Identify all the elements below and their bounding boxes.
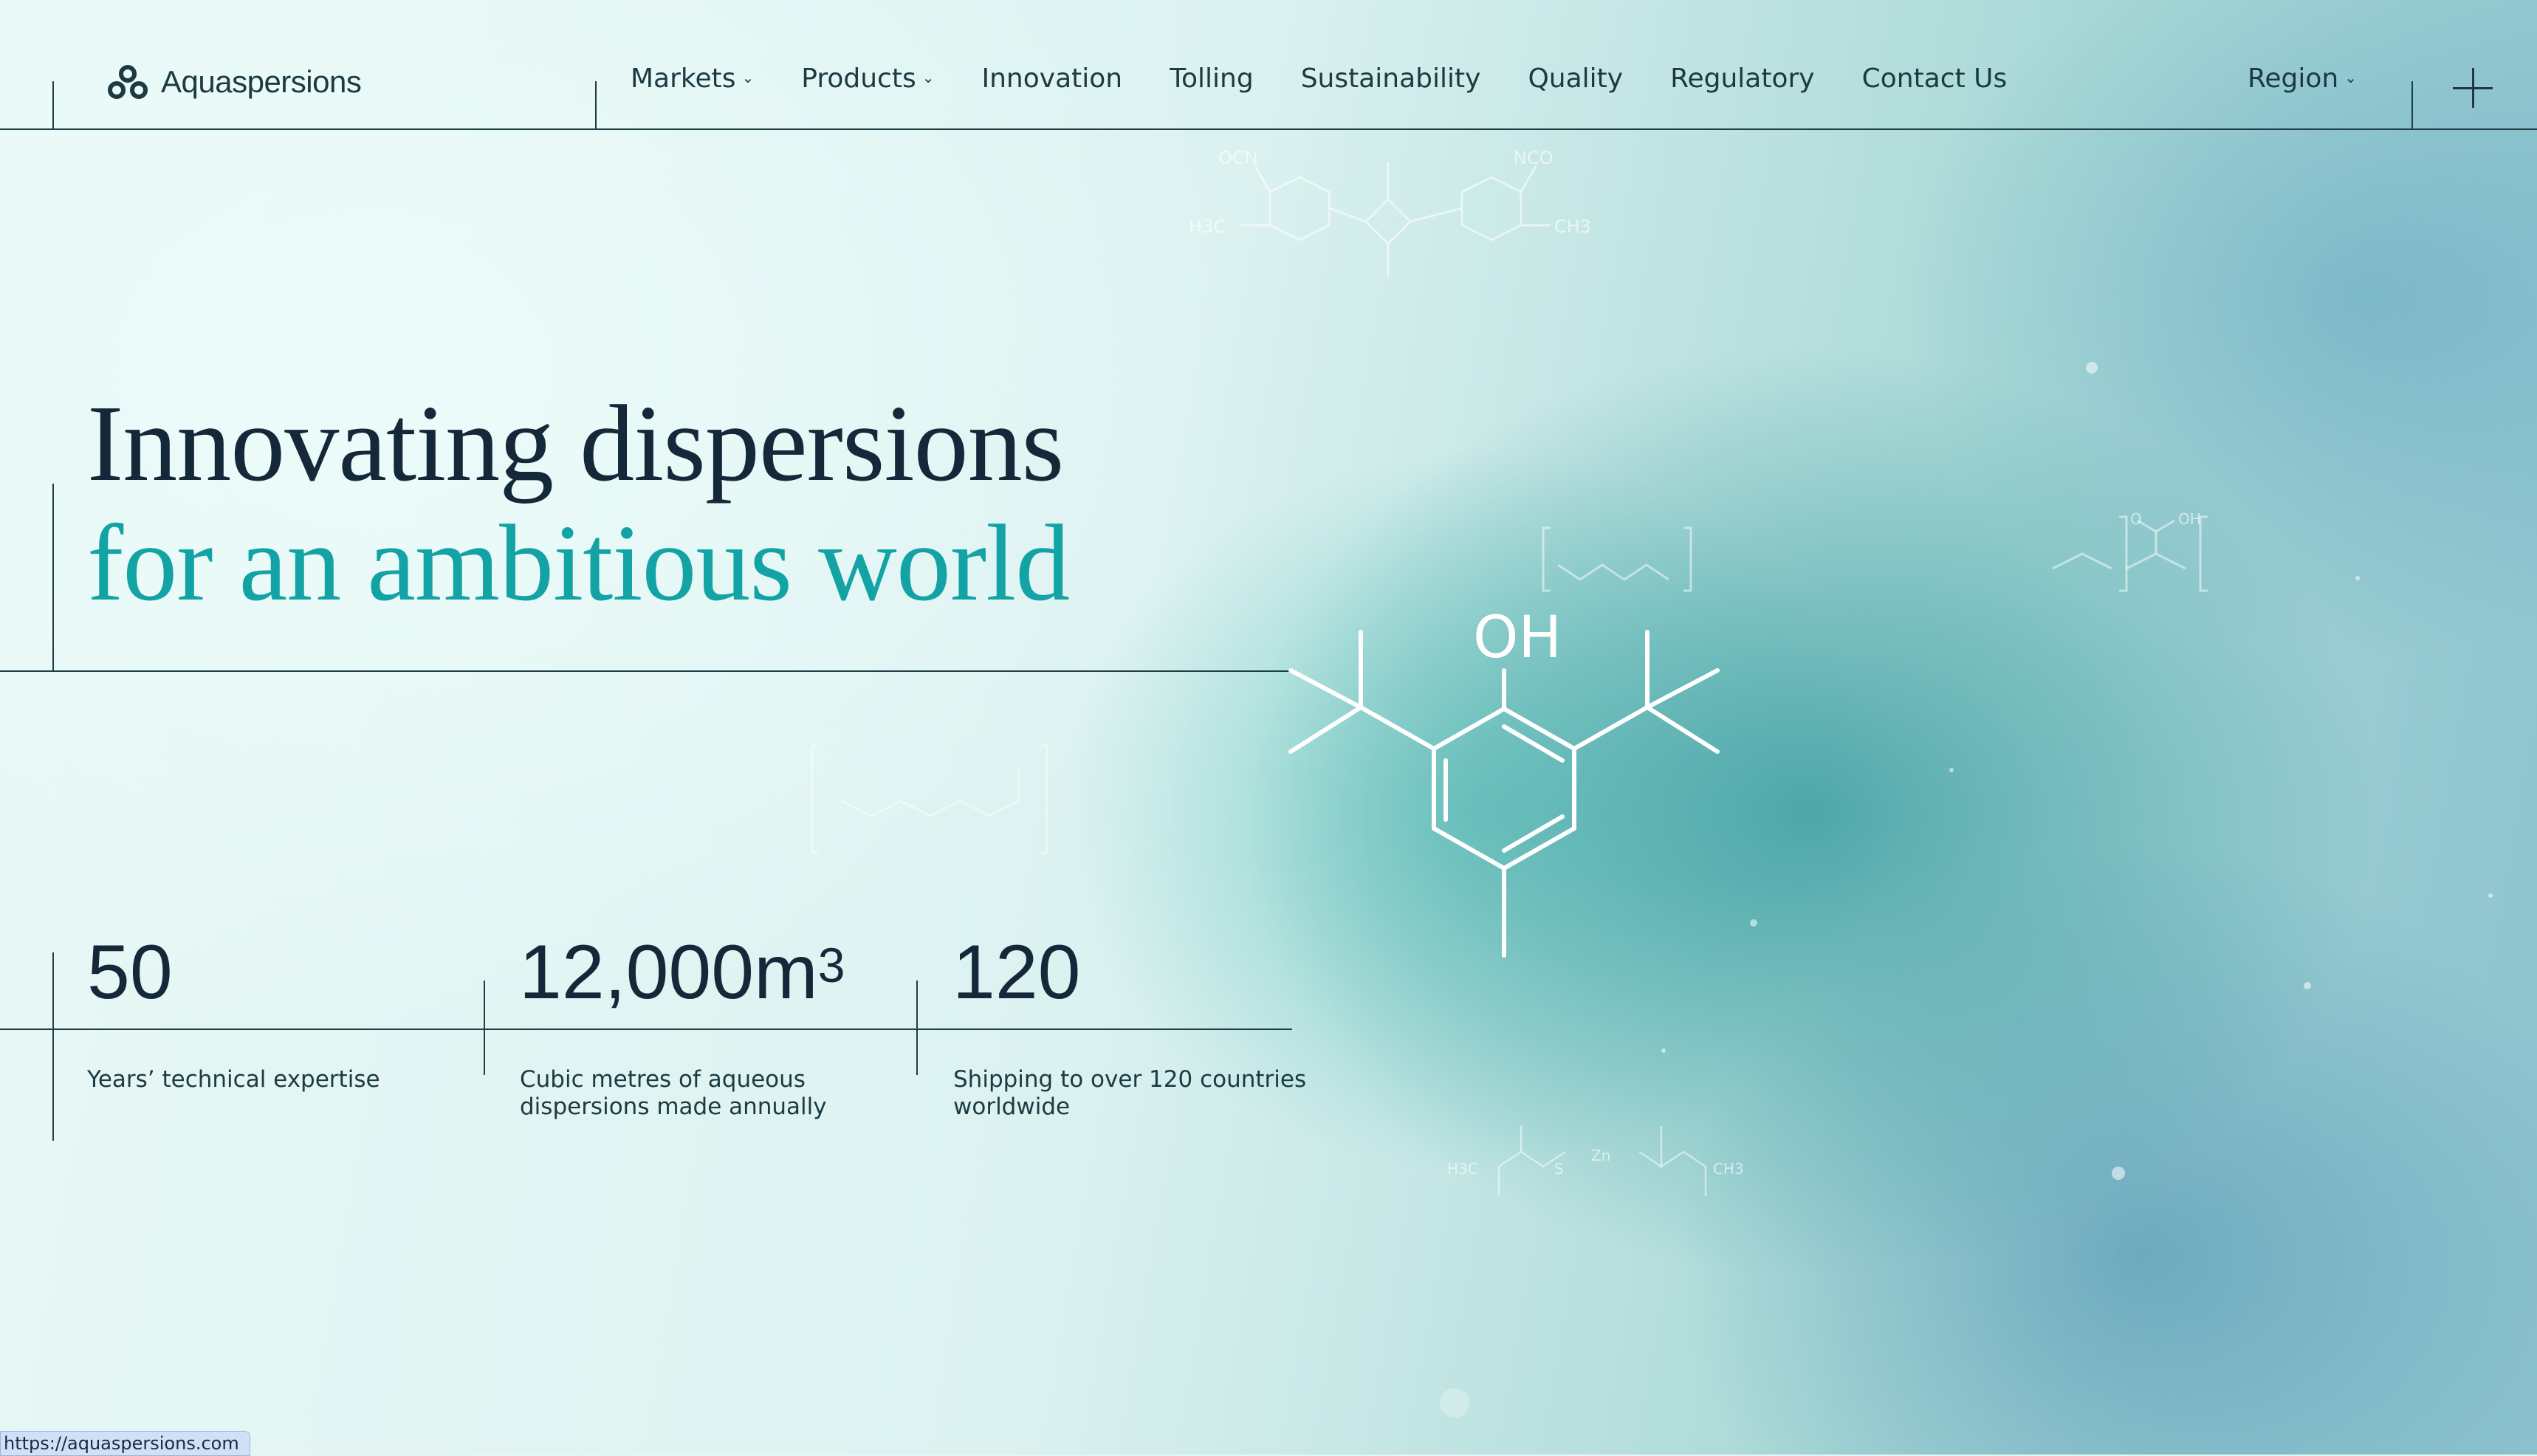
nav-item-label: Quality: [1528, 63, 1624, 94]
faint-acid-molecule: O OH: [2052, 510, 2208, 592]
stat-label-countries: Shipping to over 120 countries worldwide: [953, 1066, 1307, 1120]
plus-icon[interactable]: [2453, 68, 2493, 108]
stat-value-years: 50: [87, 932, 173, 1013]
faint-label: CH3: [1713, 1160, 1744, 1178]
nav-item-label: Contact Us: [1861, 63, 2008, 94]
nav-item-regulatory[interactable]: Regulatory: [1670, 63, 1815, 94]
logo[interactable]: Aquaspersions: [106, 63, 362, 100]
faint-label: OH: [2178, 510, 2201, 528]
site-header: Aquaspersions Markets ⌄ Products ⌄ Innov…: [0, 0, 2537, 130]
stat-superscript: 3: [817, 938, 845, 992]
bht-molecule-illustration: OH: [1288, 605, 1720, 958]
hero-heading: Innovating dispersions for an ambitious …: [87, 383, 1070, 624]
nav-item-markets[interactable]: Markets ⌄: [631, 63, 754, 94]
nav-item-label: Innovation: [981, 63, 1123, 94]
svg-text:O: O: [2130, 510, 2142, 528]
hero-title-line1: Innovating dispersions: [87, 383, 1064, 504]
stat-number: 50: [87, 930, 173, 1015]
stat-number: 120: [952, 930, 1081, 1015]
faint-label: NCO: [1514, 148, 1554, 168]
faint-molecule-top: OCN NCO H3C CH3: [1189, 148, 1591, 277]
nav-item-products[interactable]: Products ⌄: [801, 63, 934, 94]
chevron-down-icon: ⌄: [921, 68, 935, 86]
chevron-down-icon: ⌄: [2344, 68, 2358, 86]
stat-label-years: Years’ technical expertise: [87, 1066, 380, 1093]
faint-ester-molecule: [811, 744, 1048, 854]
nav-item-innovation[interactable]: Innovation: [982, 63, 1123, 94]
nav-item-sustainability[interactable]: Sustainability: [1301, 63, 1481, 94]
nav-item-label: Tolling: [1170, 63, 1254, 94]
nav-item-label: Sustainability: [1300, 63, 1481, 94]
faint-zinc-molecule: H3C Zn S CH3: [1447, 1126, 1744, 1196]
stat-value-volume: 12,000m3: [519, 932, 845, 1013]
status-bar-url: https://aquaspersions.com: [0, 1431, 250, 1456]
nav-item-label: Regulatory: [1670, 63, 1815, 94]
faint-label: H3C: [1447, 1160, 1478, 1178]
nav-item-label: Products: [801, 63, 916, 94]
nav-item-label: Markets: [631, 63, 736, 94]
logo-text: Aquaspersions: [161, 64, 362, 99]
hydroxyl-label: OH: [1473, 605, 1562, 671]
faint-label: H3C: [1189, 216, 1226, 237]
region-selector[interactable]: Region ⌄: [2248, 63, 2357, 94]
faint-label: S: [1554, 1160, 1564, 1178]
nav-item-tolling[interactable]: Tolling: [1170, 63, 1254, 94]
aquaspersions-logo-icon: [108, 65, 148, 99]
stat-label-volume: Cubic metres of aqueous dispersions made…: [520, 1066, 827, 1120]
stat-value-countries: 120: [952, 932, 1081, 1013]
main-nav: Markets ⌄ Products ⌄ Innovation Tolling …: [631, 63, 2007, 94]
chevron-down-icon: ⌄: [741, 68, 755, 86]
faint-label: Zn: [1591, 1147, 1610, 1164]
region-label: Region: [2248, 63, 2339, 94]
nav-item-contact-us[interactable]: Contact Us: [1862, 63, 2008, 94]
faint-label: CH3: [1554, 216, 1591, 237]
nav-item-quality[interactable]: Quality: [1528, 63, 1623, 94]
stat-number: 12,000m: [519, 930, 818, 1015]
faint-label: OCN: [1218, 148, 1258, 168]
hero-title-line2: for an ambitious world: [87, 503, 1070, 624]
